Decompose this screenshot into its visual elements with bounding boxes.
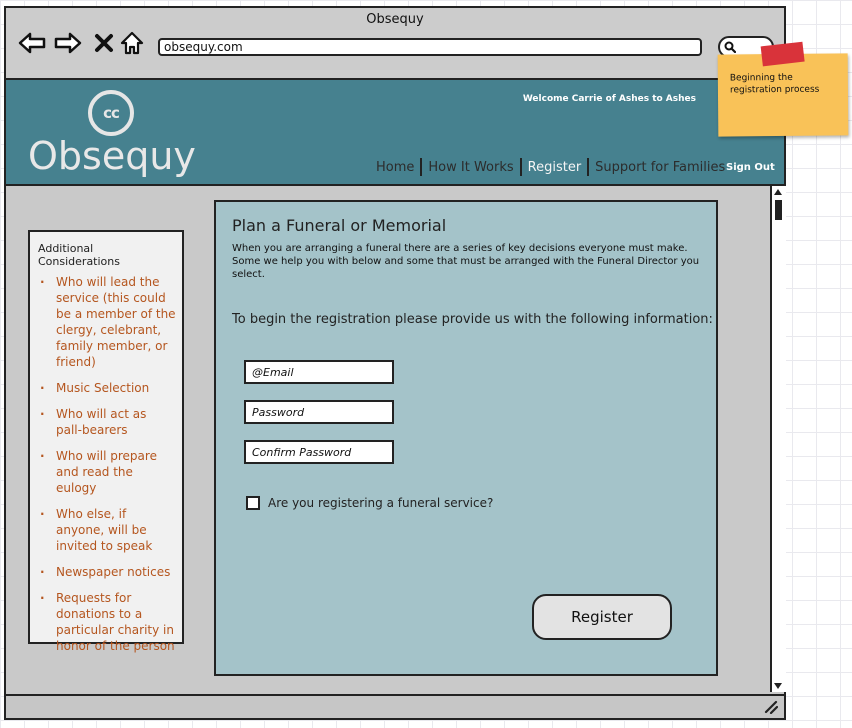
checkbox-label: Are you registering a funeral service? [268,496,494,510]
url-bar[interactable]: obsequy.com [158,38,702,56]
title-bar: Obsequy obsequy.com [6,8,784,80]
registration-panel: Plan a Funeral or Memorial When you are … [214,200,718,676]
sticky-note-text: Beginning the registration process [729,72,820,96]
vertical-scrollbar[interactable] [770,186,786,692]
list-item[interactable]: Music Selection [38,380,176,396]
page-title: Plan a Funeral or Memorial [232,216,447,235]
nav-support-for-families[interactable]: Support for Families [589,160,731,175]
sticky-tape [760,41,805,67]
welcome-message: Welcome Carrie of Ashes to Ashes [522,94,696,104]
scroll-thumb[interactable] [775,200,782,220]
page-content: Additional Considerations Who will lead … [6,186,786,694]
close-icon [95,34,113,52]
scroll-down-icon[interactable] [773,682,783,690]
sticky-note: Beginning the registration process [717,41,849,137]
list-item[interactable]: Requests for donations to a particular c… [38,590,176,654]
arrow-right-icon [54,32,82,54]
home-icon [120,31,144,55]
site-header: cc Obsequy Welcome Carrie of Ashes to As… [6,80,784,186]
funeral-service-checkbox-row[interactable]: Are you registering a funeral service? [246,496,493,510]
sign-out-link[interactable]: Sign Out [726,162,775,173]
window-title: Obsequy [366,12,424,27]
resize-grip-icon[interactable] [764,700,778,714]
status-bar [6,694,784,718]
considerations-list: Who will lead the service (this could be… [38,274,176,654]
logo-mark[interactable]: cc [88,90,134,136]
search-icon [724,41,736,53]
back-button[interactable] [18,30,46,56]
top-nav: Home How It Works Register Support for F… [370,158,731,176]
email-field[interactable] [244,360,394,384]
logo-text[interactable]: Obsequy [28,134,196,178]
arrow-left-icon [18,32,46,54]
sidebar-title: Additional Considerations [38,242,120,268]
register-button[interactable]: Register [532,594,672,640]
list-item[interactable]: Who will prepare and read the eulogy [38,448,176,496]
nav-register[interactable]: Register [522,160,588,175]
list-item[interactable]: Who will act as pall-bearers [38,406,176,438]
browser-window: Obsequy obsequy.com cc Obsequy Welcome C… [4,6,786,720]
confirm-password-field[interactable] [244,440,394,464]
funeral-service-checkbox[interactable] [246,496,260,510]
list-item[interactable]: Newspaper notices [38,564,176,580]
home-button[interactable] [118,30,146,56]
password-field[interactable] [244,400,394,424]
forward-button[interactable] [54,30,82,56]
scroll-up-icon[interactable] [773,188,783,196]
nav-how-it-works[interactable]: How It Works [422,160,519,175]
considerations-sidebar: Additional Considerations Who will lead … [28,230,184,653]
list-item[interactable]: Who else, if anyone, will be invited to … [38,506,176,554]
list-item[interactable]: Who will lead the service (this could be… [38,274,176,370]
nav-home[interactable]: Home [370,160,420,175]
stop-button[interactable] [90,30,118,56]
registration-prompt: To begin the registration please provide… [232,312,713,327]
intro-text: When you are arranging a funeral there a… [232,243,700,280]
